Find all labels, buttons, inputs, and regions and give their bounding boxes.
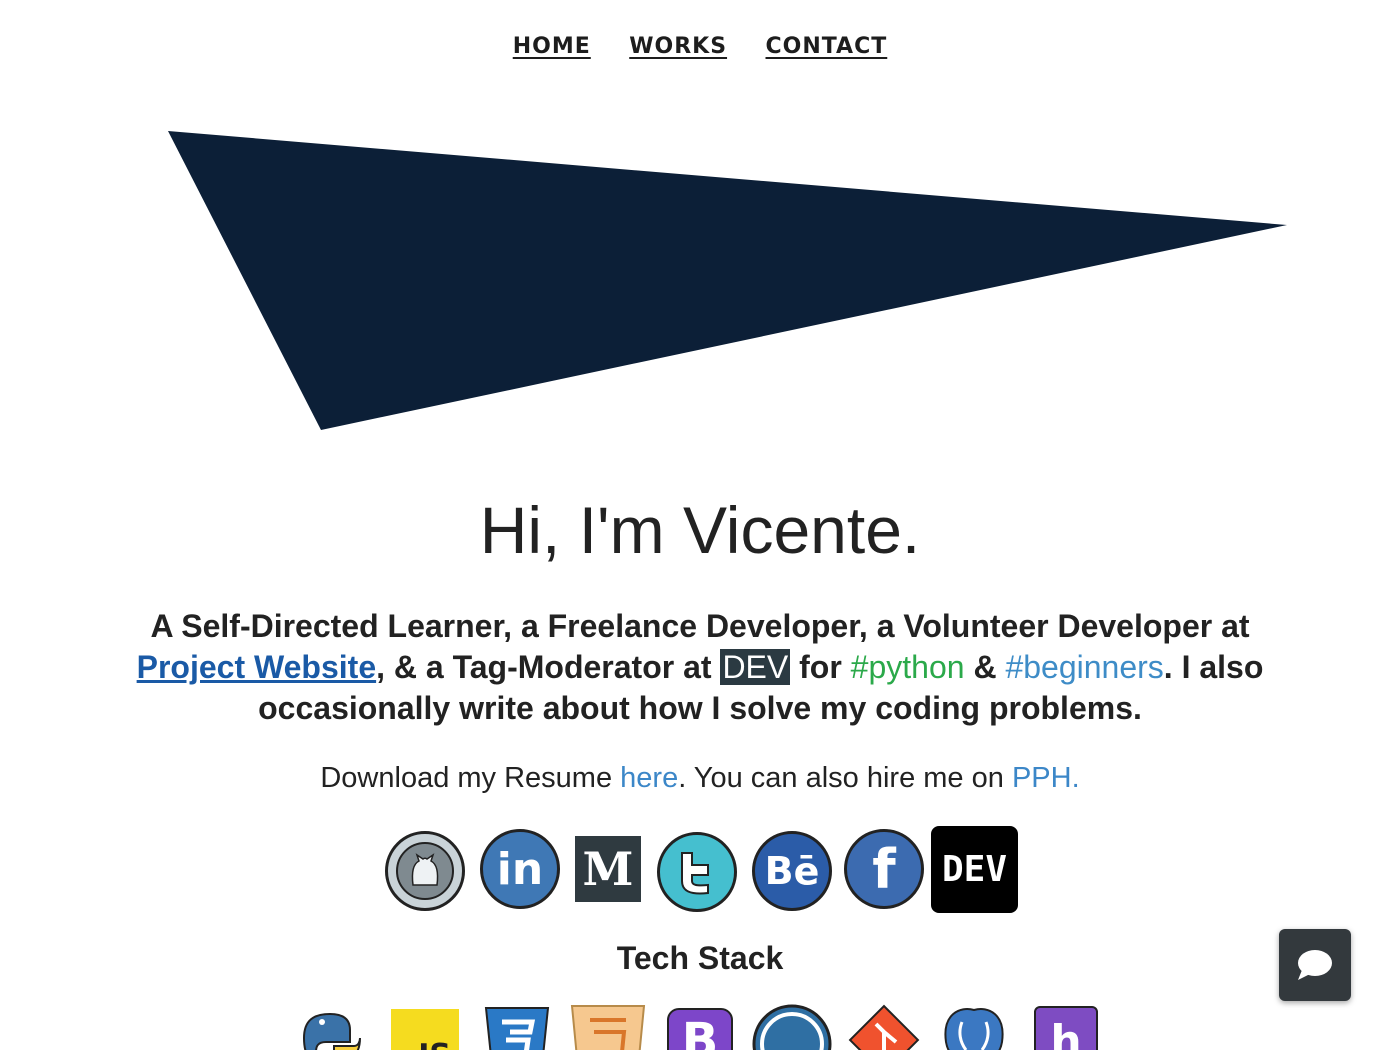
heroku-label: h <box>1050 1015 1082 1050</box>
chat-bubble-icon <box>1298 950 1332 980</box>
python-icon <box>302 1012 361 1050</box>
facebook-icon[interactable]: f <box>844 829 924 909</box>
resume-line: Download my Resume here. You can also hi… <box>0 762 1400 795</box>
dev-icon[interactable]: DEV <box>931 826 1018 913</box>
chat-button[interactable] <box>1279 929 1351 1001</box>
github-icon[interactable] <box>385 831 465 911</box>
wordpress-icon <box>752 1004 832 1050</box>
hero-triangle-graphic <box>168 131 1287 430</box>
javascript-label: JS <box>418 1038 459 1050</box>
linkedin-icon[interactable]: in <box>480 829 560 909</box>
resume-link[interactable]: here <box>620 762 678 794</box>
dev-badge: DEV <box>720 649 791 685</box>
facebook-label: f <box>872 837 896 901</box>
heroku-icon: h <box>1034 1006 1098 1050</box>
bio-text-3: for <box>790 649 851 685</box>
hire-text: . You can also hire me on <box>678 762 1012 794</box>
page-title: Hi, I'm Vicente. <box>479 493 921 567</box>
hero-triangle <box>168 131 1287 430</box>
bio-text-1: A Self-Directed Learner, a Freelance Dev… <box>150 608 1250 644</box>
beginners-tag: #beginners <box>1005 649 1164 685</box>
dev-label: DEV <box>941 849 1008 890</box>
linkedin-label: in <box>496 843 544 895</box>
html5-icon <box>570 1005 646 1050</box>
medium-label: M <box>582 842 634 896</box>
project-website-link[interactable]: Project Website <box>137 649 376 685</box>
resume-text: Download my Resume <box>320 762 621 794</box>
css3-icon <box>484 1007 550 1050</box>
bootstrap-label: B <box>681 1013 719 1050</box>
bio-paragraph: A Self-Directed Learner, a Freelance Dev… <box>95 606 1305 729</box>
medium-icon[interactable]: M <box>575 836 641 902</box>
git-icon <box>848 1004 920 1050</box>
postgresql-icon <box>944 1008 1004 1050</box>
pph-link[interactable]: PPH. <box>1012 762 1080 794</box>
behance-icon[interactable]: Bē <box>752 831 832 911</box>
tech-stack-heading: Tech Stack <box>616 940 784 976</box>
python-tag: #python <box>850 649 965 685</box>
bio-text-4: & <box>964 649 1006 685</box>
bootstrap-icon: B <box>667 1008 733 1050</box>
tech-stack-icons: JS B h <box>0 1002 1400 1050</box>
javascript-icon: JS <box>391 1009 459 1050</box>
behance-label: Bē <box>764 849 820 893</box>
twitter-icon[interactable] <box>657 832 737 912</box>
bio-text-2: , & a Tag-Moderator at <box>376 649 721 685</box>
